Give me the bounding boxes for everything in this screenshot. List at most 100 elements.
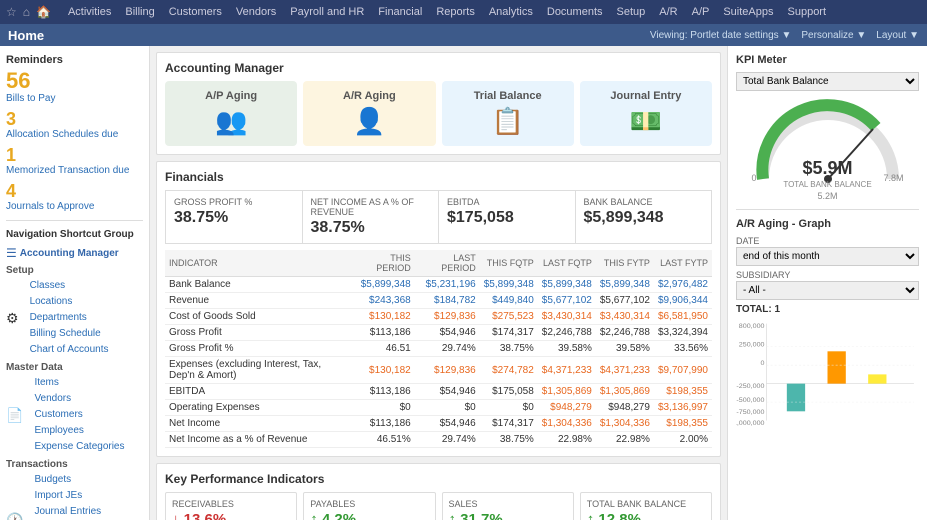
nav-chart-of-accounts[interactable]: Chart of Accounts [22, 342, 109, 358]
nav-documents[interactable]: Documents [540, 0, 610, 24]
nav-classes[interactable]: Classes [22, 278, 109, 294]
journal-entry-label: Journal Entry [610, 90, 681, 102]
nav-expense-categories[interactable]: Expense Categories [26, 439, 124, 455]
kpi-cards: RECEIVABLES ↓ 13.6% PAYABLES ↑ 4.2% [165, 492, 712, 520]
gauge-min: 0 [752, 173, 757, 183]
memorized-link[interactable]: Memorized Transaction due [6, 165, 129, 176]
nav-departments[interactable]: Departments [22, 310, 109, 326]
cell-bank-balance-last: $5,231,196 [415, 277, 480, 293]
nav-vendors[interactable]: Vendors [26, 391, 124, 407]
nav-ap[interactable]: A/P [685, 0, 717, 24]
financials-table: INDICATOR THIS PERIOD LAST PERIOD THIS F… [165, 250, 712, 448]
top-bar-icons: ☆ ⌂ 🏠 [6, 5, 51, 19]
home-bar-right: Viewing: Portlet date settings ▼ Persona… [650, 30, 919, 41]
net-income-summary: NET INCOME AS A % OF REVENUE 38.75% [303, 191, 440, 243]
bank-balance-label: BANK BALANCE [584, 197, 704, 207]
top-nav-items: Activities Billing Customers Vendors Pay… [61, 0, 833, 24]
home-bar: Home Viewing: Portlet date settings ▼ Pe… [0, 24, 927, 46]
journal-entry-card[interactable]: Journal Entry 💵 [580, 81, 712, 146]
gauge-container: $5.9M TOTAL BANK BALANCE 0 7.8M [748, 99, 908, 189]
master-data-title: Master Data [6, 362, 143, 373]
ebitda-value: $175,058 [447, 209, 567, 227]
col-this-fqtp: THIS FQTP [480, 250, 538, 277]
ar-aging-card[interactable]: A/R Aging 👤 [303, 81, 435, 146]
bank-balance-summary: BANK BALANCE $5,899,348 [576, 191, 712, 243]
gauge-sub-label: TOTAL BANK BALANCE [783, 180, 871, 189]
nav-vendors[interactable]: Vendors [229, 0, 283, 24]
nav-reports[interactable]: Reports [429, 0, 482, 24]
kpi-bank-balance: TOTAL BANK BALANCE ↑ 12.8% [580, 492, 712, 520]
nav-employees[interactable]: Employees [26, 423, 124, 439]
reminders-section: Reminders 56 Bills to Pay 3 Allocation S… [6, 54, 143, 212]
nav-customers[interactable]: Customers [26, 407, 124, 423]
hamburger-icon: ☰ [6, 246, 17, 260]
nav-journal-entries[interactable]: Journal Entries [26, 504, 143, 520]
table-row: Gross Profit % 46.51 29.74% 38.75% 39.58… [165, 341, 712, 357]
nav-customers[interactable]: Customers [162, 0, 229, 24]
nav-financial[interactable]: Financial [371, 0, 429, 24]
kpi-meter-select[interactable]: Total Bank Balance [736, 72, 919, 91]
nav-setup[interactable]: Setup [610, 0, 653, 24]
star-icon[interactable]: ☆ [6, 5, 17, 19]
nav-billing-schedule[interactable]: Billing Schedule [22, 326, 109, 342]
ar-aging-graph-title: A/R Aging - Graph [736, 218, 919, 230]
accounting-manager-section: Accounting Manager A/P Aging 👥 A/R Aging… [156, 52, 721, 155]
nav-billing[interactable]: Billing [118, 0, 161, 24]
personalize-button[interactable]: Personalize ▼ [801, 30, 866, 41]
layout-button[interactable]: Layout ▼ [876, 30, 919, 41]
journals-link[interactable]: Journals to Approve [6, 201, 94, 212]
cell-bank-balance-this: $5,899,348 [351, 277, 415, 293]
top-navigation-bar: ☆ ⌂ 🏠 Activities Billing Customers Vendo… [0, 0, 927, 24]
kpi-payables-value: ↑ 4.2% [310, 511, 428, 520]
viewing-portlet-settings[interactable]: Viewing: Portlet date settings ▼ [650, 30, 791, 41]
accounting-manager-link[interactable]: Accounting Manager [20, 248, 119, 259]
table-row: Net Income $113,186 $54,946 $174,317 $1,… [165, 416, 712, 432]
svg-text:-500,000: -500,000 [736, 397, 764, 404]
ar-date-row: DATE end of this month [736, 236, 919, 266]
accounting-manager-cards: A/P Aging 👥 A/R Aging 👤 Trial Balance 📋 … [165, 81, 712, 146]
ap-aging-icon: 👥 [215, 106, 247, 137]
nav-items[interactable]: Items [26, 375, 124, 391]
main-content-area: Accounting Manager A/P Aging 👥 A/R Aging… [150, 46, 727, 520]
table-row: Expenses (excluding Interest, Tax, Dep'n… [165, 357, 712, 384]
divider-1 [6, 220, 143, 221]
trial-balance-card[interactable]: Trial Balance 📋 [442, 81, 574, 146]
bills-to-pay-link[interactable]: Bills to Pay [6, 93, 55, 104]
nav-budgets[interactable]: Budgets [26, 472, 143, 488]
kpi-payables-label: PAYABLES [310, 499, 428, 509]
reminder-bills-to-pay: 56 Bills to Pay [6, 70, 143, 104]
kpi-sales: SALES ↑ 31.7% [442, 492, 574, 520]
nav-import-jes[interactable]: Import JEs [26, 488, 143, 504]
setup-nav-title: Setup [6, 265, 143, 276]
page-title: Home [8, 28, 44, 43]
nav-locations[interactable]: Locations [22, 294, 109, 310]
col-last-fqtp: LAST FQTP [538, 250, 596, 277]
ar-date-select[interactable]: end of this month [736, 247, 919, 266]
right-panel: KPI Meter Total Bank Balance $5.9M TOTAL… [727, 46, 927, 520]
nav-payroll[interactable]: Payroll and HR [283, 0, 371, 24]
kpi-bank-balance-label: TOTAL BANK BALANCE [587, 499, 705, 509]
master-data-links: Items Vendors Customers Employees Expens… [26, 375, 124, 455]
ar-subsidiary-select[interactable]: - All - [736, 281, 919, 300]
ebitda-label: EBITDA [447, 197, 567, 207]
house-icon[interactable]: 🏠 [36, 5, 51, 19]
nav-suiteapps[interactable]: SuiteApps [716, 0, 780, 24]
nav-analytics[interactable]: Analytics [482, 0, 540, 24]
kpi-receivables-value: ↓ 13.6% [172, 511, 290, 520]
home-icon[interactable]: ⌂ [23, 5, 30, 19]
kpi-sales-value: ↑ 31.7% [449, 511, 567, 520]
ap-aging-card[interactable]: A/P Aging 👥 [165, 81, 297, 146]
accounting-manager-nav[interactable]: ☰ Accounting Manager [6, 244, 143, 261]
nav-support[interactable]: Support [781, 0, 834, 24]
kpi-meter-title: KPI Meter [736, 54, 919, 66]
transactions-links: Budgets Import JEs Journal Entries Bank … [26, 472, 143, 520]
kpi-title: Key Performance Indicators [165, 472, 712, 486]
nav-group-title: Navigation Shortcut Group [6, 229, 143, 240]
allocation-link[interactable]: Allocation Schedules due [6, 129, 118, 140]
nav-activities[interactable]: Activities [61, 0, 118, 24]
gross-profit-label: GROSS PROFIT % [174, 197, 294, 207]
kpi-bank-balance-value: ↑ 12.8% [587, 511, 705, 520]
gauge-needle-label: 5.2M [736, 191, 919, 201]
nav-ar[interactable]: A/R [652, 0, 684, 24]
trial-balance-label: Trial Balance [474, 90, 542, 102]
